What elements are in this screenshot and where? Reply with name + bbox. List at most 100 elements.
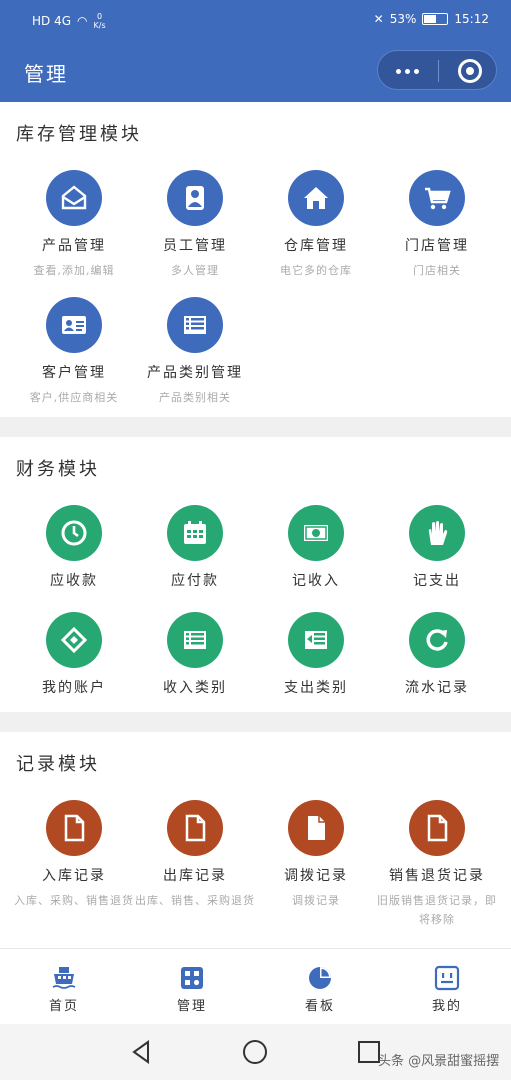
net-speed: 0 K/s xyxy=(93,12,106,30)
bottom-tab-bar: 首页 管理 看板 我的 xyxy=(0,948,511,1024)
tab-label: 管理 xyxy=(176,999,207,1014)
tile-subtitle: 门店相关 xyxy=(413,264,461,277)
tile-my-accounts[interactable]: 我的账户 xyxy=(10,612,138,697)
tile-outbound-records[interactable]: 出库记录 出库、销售、采购退货 xyxy=(131,800,259,910)
outdent-list-icon xyxy=(288,612,344,668)
mini-program-capsule xyxy=(377,50,497,90)
clock-icon xyxy=(46,505,102,561)
grid-icon xyxy=(179,965,205,991)
document-icon xyxy=(167,800,223,856)
tile-subtitle: 客户,供应商相关 xyxy=(29,391,119,404)
tile-label: 收入类别 xyxy=(163,680,227,696)
battery-level: 53% xyxy=(389,12,417,26)
cart-icon xyxy=(409,170,465,226)
wifi-icon: ◠ xyxy=(77,14,88,28)
calendar-icon xyxy=(167,505,223,561)
home-circle-icon[interactable] xyxy=(241,1038,269,1066)
network-indicator: HD 4G xyxy=(32,14,72,28)
tile-label: 仓库管理 xyxy=(284,238,348,254)
tile-label: 产品类别管理 xyxy=(147,365,243,381)
back-icon[interactable] xyxy=(128,1038,156,1066)
close-program-icon[interactable] xyxy=(458,59,482,83)
tile-label: 门店管理 xyxy=(405,238,469,254)
tile-product-category-management[interactable]: 产品类别管理 产品类别相关 xyxy=(131,297,259,407)
exchange-icon xyxy=(46,612,102,668)
refresh-icon xyxy=(409,612,465,668)
tile-label: 应收款 xyxy=(50,573,98,589)
user-icon xyxy=(167,170,223,226)
tab-dashboard[interactable]: 看板 xyxy=(256,965,384,1014)
tile-record-expense[interactable]: 记支出 xyxy=(373,505,501,590)
tile-subtitle: 出库、销售、采购退货 xyxy=(135,894,255,907)
tab-home[interactable]: 首页 xyxy=(0,965,128,1014)
tile-store-management[interactable]: 门店管理 门店相关 xyxy=(373,170,501,280)
hand-icon xyxy=(409,505,465,561)
tile-label: 流水记录 xyxy=(405,680,469,696)
tile-label: 客户管理 xyxy=(42,365,106,381)
tile-label: 应付款 xyxy=(171,573,219,589)
capsule-divider xyxy=(438,60,439,82)
document-icon xyxy=(46,800,102,856)
tile-label: 调拨记录 xyxy=(284,868,348,884)
section-title: 记录模块 xyxy=(16,754,100,775)
money-icon xyxy=(288,505,344,561)
finance-section: 财务模块 应收款 应付款 记收入 记支出 我的账户 收入类别 支出类别 流水记录 xyxy=(0,437,511,712)
watermark-text: 头条 @风景甜蜜摇摆 xyxy=(378,1054,500,1069)
tile-subtitle: 多人管理 xyxy=(171,264,219,277)
tile-label: 记收入 xyxy=(292,573,340,589)
more-icon[interactable] xyxy=(396,61,420,79)
tile-sales-return-records[interactable]: 销售退货记录 旧版销售退货记录，即将移除 xyxy=(373,800,501,929)
tile-income-categories[interactable]: 收入类别 xyxy=(131,612,259,697)
tile-employee-management[interactable]: 员工管理 多人管理 xyxy=(131,170,259,280)
tile-subtitle: 查看,添加,编辑 xyxy=(33,264,115,277)
tile-label: 产品管理 xyxy=(42,238,106,254)
tab-profile[interactable]: 我的 xyxy=(383,965,511,1014)
tile-customer-management[interactable]: 客户管理 客户,供应商相关 xyxy=(10,297,138,407)
id-card-icon xyxy=(46,297,102,353)
tab-manage[interactable]: 管理 xyxy=(128,965,256,1014)
home-icon xyxy=(288,170,344,226)
tile-label: 支出类别 xyxy=(284,680,348,696)
tab-label: 我的 xyxy=(431,999,462,1014)
tile-subtitle: 电它多的仓库 xyxy=(280,264,352,277)
section-title: 财务模块 xyxy=(16,459,100,480)
ship-icon xyxy=(51,965,77,991)
clock: 15:12 xyxy=(454,12,489,26)
tile-receivables[interactable]: 应收款 xyxy=(10,505,138,590)
section-title: 库存管理模块 xyxy=(16,124,142,145)
inventory-section: 库存管理模块 产品管理 查看,添加,编辑 员工管理 多人管理 仓库管理 电它多的… xyxy=(0,102,511,417)
tile-label: 记支出 xyxy=(413,573,461,589)
document-icon xyxy=(409,800,465,856)
pie-chart-icon xyxy=(307,965,333,991)
tile-subtitle: 入库、采购、销售退货 xyxy=(14,894,134,907)
tile-label: 销售退货记录 xyxy=(389,868,485,884)
tile-subtitle: 产品类别相关 xyxy=(159,391,231,404)
tile-transaction-records[interactable]: 流水记录 xyxy=(373,612,501,697)
mute-icon: ✕ xyxy=(373,12,384,26)
tile-label: 入库记录 xyxy=(42,868,106,884)
tab-label: 看板 xyxy=(304,999,335,1014)
list-icon xyxy=(167,612,223,668)
tile-transfer-records[interactable]: 调拨记录 调拨记录 xyxy=(252,800,380,910)
list-icon xyxy=(167,297,223,353)
tile-expense-categories[interactable]: 支出类别 xyxy=(252,612,380,697)
status-bar: HD 4G ◠ 0 K/s ✕ 53% 15:12 xyxy=(0,0,511,40)
tile-payables[interactable]: 应付款 xyxy=(131,505,259,590)
records-section: 记录模块 入库记录 入库、采购、销售退货 出库记录 出库、销售、采购退货 调拨记… xyxy=(0,732,511,948)
tile-warehouse-management[interactable]: 仓库管理 电它多的仓库 xyxy=(252,170,380,280)
tile-subtitle: 旧版销售退货记录，即将移除 xyxy=(377,894,497,926)
envelope-icon xyxy=(46,170,102,226)
document-icon xyxy=(288,800,344,856)
tile-label: 我的账户 xyxy=(42,680,106,696)
tile-inbound-records[interactable]: 入库记录 入库、采购、销售退货 xyxy=(10,800,138,910)
smiley-icon xyxy=(434,965,460,991)
tile-label: 员工管理 xyxy=(163,238,227,254)
tile-subtitle: 调拨记录 xyxy=(292,894,340,907)
tab-label: 首页 xyxy=(48,999,79,1014)
tile-label: 出库记录 xyxy=(163,868,227,884)
tile-record-income[interactable]: 记收入 xyxy=(252,505,380,590)
page-title: 管理 xyxy=(24,62,68,86)
app-header: HD 4G ◠ 0 K/s ✕ 53% 15:12 管理 xyxy=(0,0,511,102)
battery-icon xyxy=(422,13,449,25)
tile-product-management[interactable]: 产品管理 查看,添加,编辑 xyxy=(10,170,138,280)
